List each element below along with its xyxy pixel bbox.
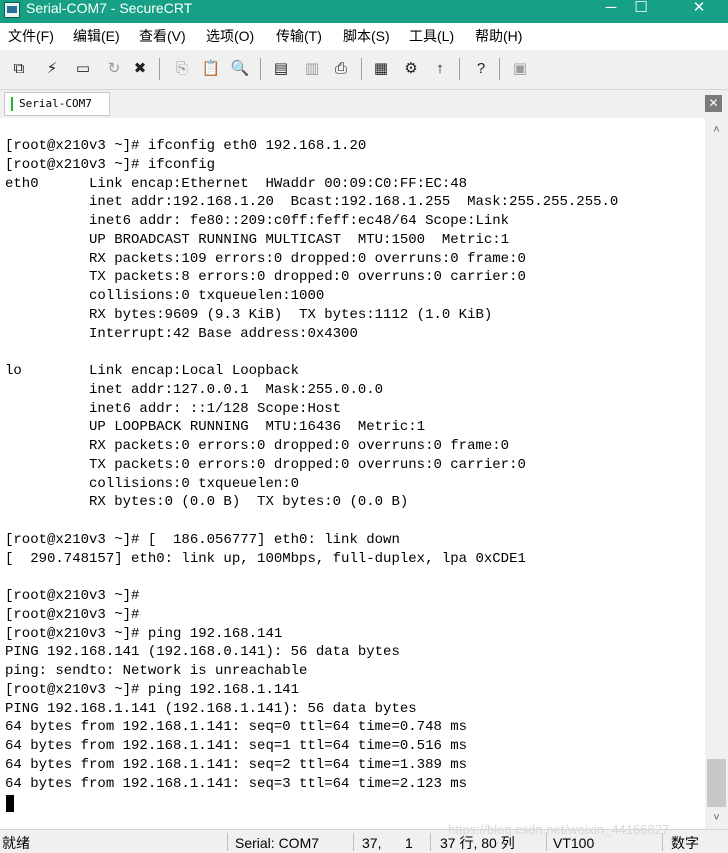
terminal-line: 64 bytes from 192.168.1.141: seq=1 ttl=6…: [5, 738, 468, 754]
terminal-cursor: [6, 795, 14, 812]
menu-options[interactable]: 选项(O): [206, 27, 254, 45]
terminal-line: inet6 addr: fe80::209:c0ff:feff:ec48/64 …: [5, 213, 510, 229]
toolbar: ⧉ ⚡ ▭ ↻ ✖ ⎘ 📋 🔍 ▤ ▥ ⎙ ▦ ⚙ ↑ ? ▣: [0, 50, 728, 90]
disconnect-icon[interactable]: ✖: [130, 59, 150, 79]
quick-connect-icon[interactable]: ⚡: [42, 59, 62, 79]
print-icon[interactable]: ⎙: [331, 59, 351, 79]
terminal-line: [root@x210v3 ~]# ping 192.168.1.141: [5, 682, 300, 698]
scroll-up-arrow-icon[interactable]: ˄: [705, 120, 728, 140]
title-bar: Serial-COM7 - SecureCRT ─ ☐ ✕: [0, 0, 728, 23]
menu-help[interactable]: 帮助(H): [475, 27, 522, 45]
vertical-scrollbar[interactable]: ˄ ˅: [705, 118, 728, 829]
status-bar: 就绪 Serial: COM7 37, 1 37 行, 80 列 VT100 数…: [0, 822, 728, 853]
status-separator: [430, 833, 431, 851]
terminal-line: inet6 addr: ::1/128 Scope:Host: [5, 401, 342, 417]
tab-label: Serial-COM7: [19, 97, 92, 110]
terminal-line: collisions:0 txqueuelen:0: [5, 476, 300, 492]
tab-serial-com7[interactable]: Serial-COM7: [4, 92, 110, 116]
terminal-line: 64 bytes from 192.168.1.141: seq=0 ttl=6…: [5, 719, 468, 735]
terminal-line: RX bytes:9609 (9.3 KiB) TX bytes:1112 (1…: [5, 307, 493, 323]
terminal-line: lo Link encap:Local Loopback: [5, 363, 300, 379]
status-cursor-row: 37,: [362, 835, 382, 851]
connect-icon[interactable]: ⧉: [9, 59, 29, 79]
menu-transfer[interactable]: 传输(T): [276, 27, 322, 45]
toolbar-separator: [499, 58, 500, 80]
terminal-line: [root@x210v3 ~]# ifconfig eth0 192.168.1…: [5, 138, 367, 154]
find-icon[interactable]: 🔍: [230, 59, 250, 79]
menu-script[interactable]: 脚本(S): [343, 27, 390, 45]
print-setup-icon[interactable]: ▤: [271, 59, 291, 79]
menu-file[interactable]: 文件(F): [8, 27, 54, 45]
window-title: Serial-COM7 - SecureCRT: [26, 0, 193, 16]
tab-connected-indicator: [11, 97, 13, 111]
terminal-line: RX packets:109 errors:0 dropped:0 overru…: [5, 251, 526, 267]
connect-in-tab-icon[interactable]: ▭: [73, 59, 93, 79]
terminal-line: ping: sendto: Network is unreachable: [5, 663, 308, 679]
toolbar-separator: [361, 58, 362, 80]
menu-tools[interactable]: 工具(L): [409, 27, 454, 45]
terminal-line: RX packets:0 errors:0 dropped:0 overruns…: [5, 438, 510, 454]
terminal-line: [root@x210v3 ~]#: [5, 607, 140, 623]
terminal-line: [ 290.748157] eth0: link up, 100Mbps, fu…: [5, 551, 526, 567]
global-options-icon[interactable]: ⚙: [401, 59, 421, 79]
terminal-line: [root@x210v3 ~]# [ 186.056777] eth0: lin…: [5, 532, 400, 548]
help-icon[interactable]: ?: [471, 59, 491, 79]
terminal-line: 64 bytes from 192.168.1.141: seq=3 ttl=6…: [5, 776, 468, 792]
terminal-line: RX bytes:0 (0.0 B) TX bytes:0 (0.0 B): [5, 494, 409, 510]
terminal-line: inet addr:127.0.0.1 Mask:255.0.0.0: [5, 382, 384, 398]
reconnect-icon[interactable]: ↻: [104, 59, 124, 79]
menu-view[interactable]: 查看(V): [139, 27, 186, 45]
menu-edit[interactable]: 编辑(E): [73, 27, 120, 45]
status-separator: [353, 833, 354, 851]
watermark: https://blog.csdn.net/weixin_44166827: [448, 822, 670, 837]
log-session-icon[interactable]: ▥: [302, 59, 322, 79]
status-separator: [227, 833, 228, 851]
copy-icon[interactable]: ⎘: [172, 59, 192, 79]
menu-bar: 文件(F) 编辑(E) 查看(V) 选项(O) 传输(T) 脚本(S) 工具(L…: [0, 23, 728, 50]
toolbar-separator: [260, 58, 261, 80]
terminal-line: PING 192.168.141 (192.168.0.141): 56 dat…: [5, 644, 400, 660]
terminal-line: [root@x210v3 ~]# ping 192.168.141: [5, 626, 283, 642]
terminal-output[interactable]: [root@x210v3 ~]# ifconfig eth0 192.168.1…: [0, 118, 705, 829]
terminal-line: [root@x210v3 ~]#: [5, 588, 140, 604]
securecrt-app-icon[interactable]: [4, 2, 20, 18]
terminal-line: eth0 Link encap:Ethernet HWaddr 00:09:C0…: [5, 176, 468, 192]
session-options-icon[interactable]: ▦: [371, 59, 391, 79]
scroll-down-arrow-icon[interactable]: ˅: [705, 808, 728, 828]
close-tab-icon[interactable]: ✕: [705, 95, 722, 112]
toolbar-separator: [459, 58, 460, 80]
terminal-line: [root@x210v3 ~]# ifconfig: [5, 157, 216, 173]
terminal-line: TX packets:0 errors:0 dropped:0 overruns…: [5, 457, 526, 473]
keymap-icon[interactable]: ↑: [430, 59, 450, 79]
status-ready: 就绪: [2, 835, 30, 851]
terminal-line: TX packets:8 errors:0 dropped:0 overruns…: [5, 269, 526, 285]
toolbar-separator: [159, 58, 160, 80]
status-connection: Serial: COM7: [235, 835, 320, 851]
paste-icon[interactable]: 📋: [201, 59, 221, 79]
sftp-icon[interactable]: ▣: [510, 59, 530, 79]
close-window-button[interactable]: ✕: [676, 0, 722, 20]
terminal-line: Interrupt:42 Base address:0x4300: [5, 326, 358, 342]
status-cursor-col: 1: [405, 835, 413, 851]
status-num-lock: 数字: [671, 835, 699, 851]
terminal-line: inet addr:192.168.1.20 Bcast:192.168.1.2…: [5, 194, 619, 210]
terminal-line: UP LOOPBACK RUNNING MTU:16436 Metric:1: [5, 419, 426, 435]
scrollbar-thumb[interactable]: [707, 759, 726, 807]
session-tab-bar: Serial-COM7: [0, 90, 728, 118]
terminal-line: collisions:0 txqueuelen:1000: [5, 288, 325, 304]
maximize-button[interactable]: ☐: [618, 0, 664, 20]
terminal-line: 64 bytes from 192.168.1.141: seq=2 ttl=6…: [5, 757, 468, 773]
terminal-line: PING 192.168.1.141 (192.168.1.141): 56 d…: [5, 701, 417, 717]
terminal-line: UP BROADCAST RUNNING MULTICAST MTU:1500 …: [5, 232, 510, 248]
